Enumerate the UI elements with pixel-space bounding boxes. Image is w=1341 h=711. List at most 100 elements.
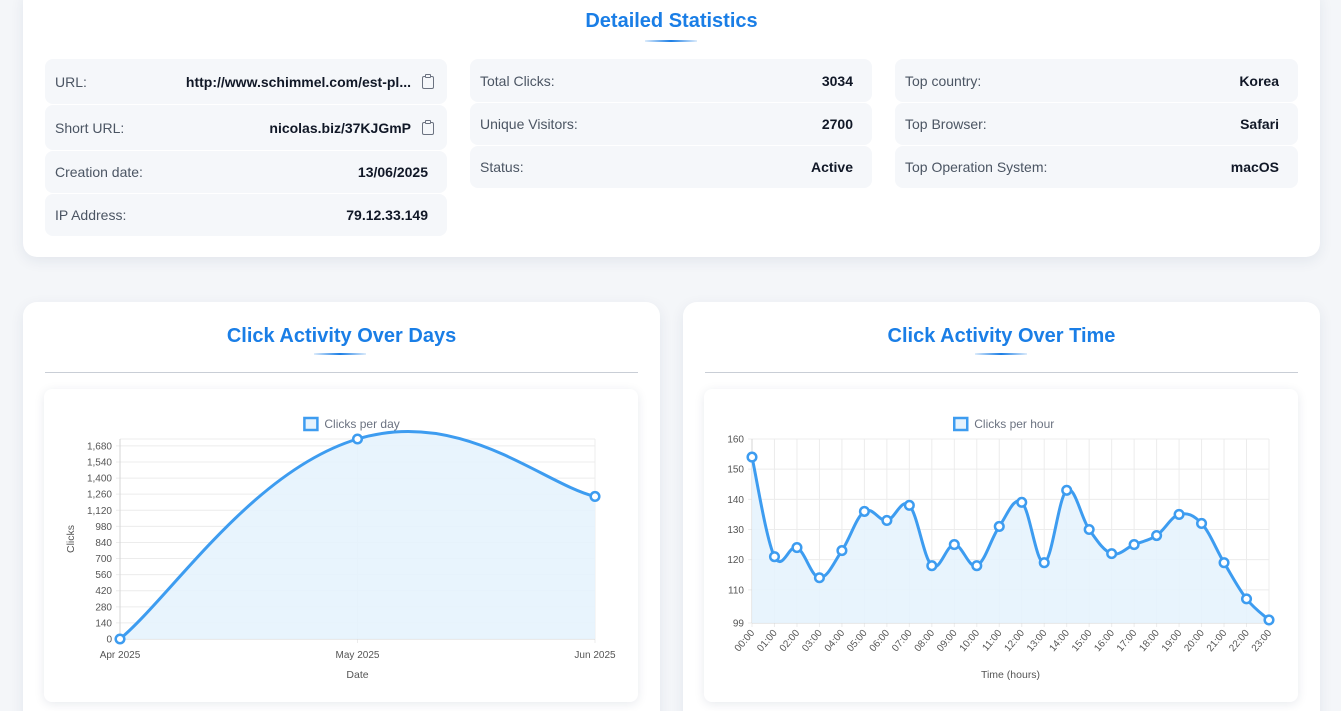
x-tick-label: 22:00 bbox=[1227, 628, 1252, 655]
legend-label: Clicks per hour bbox=[974, 417, 1054, 431]
stat-total-clicks: Total Clicks: 3034 bbox=[470, 59, 872, 102]
stat-unique-visitors-label: Unique Visitors: bbox=[480, 116, 578, 132]
x-tick-label: 00:00 bbox=[733, 628, 758, 655]
data-point bbox=[926, 560, 938, 572]
stat-short-url-label: Short URL: bbox=[55, 119, 125, 136]
data-point bbox=[589, 490, 601, 503]
x-tick-label: 05:00 bbox=[845, 628, 870, 655]
stat-url-label: URL: bbox=[55, 73, 87, 90]
y-tick-label: 140 bbox=[727, 495, 744, 506]
y-tick-label: 140 bbox=[95, 618, 112, 629]
stat-creation-date-label: Creation date: bbox=[55, 164, 143, 180]
detailed-statistics-card: Detailed Statistics URL: http://www.schi… bbox=[23, 0, 1320, 257]
x-tick-label: 19:00 bbox=[1160, 628, 1185, 655]
copy-url-clipboard-icon[interactable] bbox=[421, 73, 435, 90]
title-underline bbox=[975, 353, 1027, 355]
x-tick-label: 06:00 bbox=[868, 628, 893, 655]
x-tick-label: 09:00 bbox=[935, 628, 960, 655]
stat-ip-address: IP Address: 79.12.33.149 bbox=[45, 194, 447, 236]
x-tick-label: 02:00 bbox=[778, 628, 803, 655]
x-tick-label: Jun 2025 bbox=[574, 650, 616, 661]
data-point bbox=[114, 633, 126, 645]
y-tick-label: 99 bbox=[733, 619, 745, 630]
x-tick-label: 15:00 bbox=[1070, 628, 1095, 655]
x-tick-label: Apr 2025 bbox=[100, 650, 141, 661]
x-axis-title: Time (hours) bbox=[981, 669, 1040, 681]
stat-creation-date-value: 13/06/2025 bbox=[357, 164, 428, 180]
stat-ip-address-label: IP Address: bbox=[55, 207, 127, 223]
data-point bbox=[1240, 593, 1253, 605]
data-point bbox=[813, 572, 825, 584]
stat-creation-date: Creation date: 13/06/2025 bbox=[45, 151, 447, 193]
title-underline bbox=[314, 353, 366, 355]
data-point bbox=[1196, 517, 1208, 530]
data-point bbox=[791, 542, 803, 554]
y-tick-label: 150 bbox=[727, 465, 744, 476]
data-point bbox=[1038, 557, 1050, 569]
stat-top-os-value: macOS bbox=[1230, 159, 1279, 175]
data-point bbox=[858, 505, 870, 517]
stat-top-country: Top country: Korea bbox=[895, 59, 1298, 102]
stat-total-clicks-label: Total Clicks: bbox=[480, 72, 555, 89]
data-point bbox=[971, 560, 983, 572]
data-point bbox=[1016, 496, 1028, 508]
data-point bbox=[1218, 557, 1230, 569]
y-tick-label: 110 bbox=[728, 585, 744, 596]
x-tick-label: 21:00 bbox=[1205, 628, 1230, 655]
stat-unique-visitors-value: 2700 bbox=[821, 116, 853, 132]
x-tick-label: 10:00 bbox=[958, 628, 983, 655]
legend-label: Clicks per day bbox=[324, 417, 399, 431]
days-chart[interactable]: Clicks per day 0 140 280 420 560 700 840 980 1,12… bbox=[44, 389, 638, 702]
stat-top-os: Top Operation System: macOS bbox=[895, 146, 1298, 188]
time-chart[interactable]: Clicks per hour 99 110 120 130 140 150 160 00:00… bbox=[704, 389, 1298, 702]
x-tick-label: 17:00 bbox=[1115, 628, 1140, 655]
x-axis-title: Date bbox=[346, 669, 368, 681]
x-tick-label: 08:00 bbox=[913, 628, 938, 655]
stat-top-os-label: Top Operation System: bbox=[905, 159, 1048, 175]
x-tick-label: 14:00 bbox=[1047, 628, 1072, 655]
stat-top-browser: Top Browser: Safari bbox=[895, 103, 1298, 145]
data-point bbox=[881, 514, 893, 526]
y-tick-label: 1,400 bbox=[87, 474, 112, 485]
y-tick-label: 120 bbox=[727, 555, 744, 566]
y-tick-label: 560 bbox=[95, 570, 112, 581]
click-activity-time-card: Click Activity Over Time Clicks per hour… bbox=[683, 302, 1320, 711]
stat-total-clicks-value: 3034 bbox=[821, 72, 853, 89]
y-tick-label: 420 bbox=[95, 586, 112, 597]
stat-unique-visitors: Unique Visitors: 2700 bbox=[470, 103, 872, 145]
title-underline bbox=[645, 40, 697, 42]
data-point bbox=[351, 433, 364, 445]
x-tick-label: 03:00 bbox=[800, 628, 825, 655]
y-tick-label: 700 bbox=[95, 554, 112, 565]
x-tick-label: 18:00 bbox=[1137, 628, 1162, 655]
data-point bbox=[948, 539, 960, 551]
data-point bbox=[768, 551, 781, 563]
stat-short-url-value: nicolas.biz/37KJGmP bbox=[269, 119, 411, 136]
stat-top-browser-value: Safari bbox=[1240, 116, 1279, 132]
y-tick-label: 280 bbox=[95, 602, 112, 613]
y-tick-label: 1,120 bbox=[87, 506, 112, 517]
stat-ip-address-value: 79.12.33.149 bbox=[346, 207, 428, 223]
y-tick-label: 160 bbox=[727, 435, 744, 446]
y-tick-label: 1,680 bbox=[87, 441, 112, 452]
copy-short-url-clipboard-icon[interactable] bbox=[421, 119, 435, 136]
stat-status-label: Status: bbox=[480, 159, 524, 175]
click-activity-days-card: Click Activity Over Days Clicks per day 0… bbox=[23, 302, 660, 711]
data-point bbox=[836, 545, 848, 557]
x-tick-label: 16:00 bbox=[1092, 628, 1117, 655]
divider bbox=[45, 372, 638, 373]
data-point bbox=[746, 451, 758, 463]
data-point bbox=[1061, 484, 1073, 496]
legend-swatch bbox=[303, 416, 319, 432]
x-tick-label: May 2025 bbox=[336, 650, 380, 661]
y-tick-label: 1,540 bbox=[87, 457, 112, 468]
data-point bbox=[1128, 539, 1140, 551]
x-tick-label: 01:00 bbox=[755, 628, 780, 655]
stat-top-browser-label: Top Browser: bbox=[905, 116, 987, 132]
x-tick-label: 23:00 bbox=[1250, 628, 1275, 655]
divider bbox=[705, 372, 1298, 373]
y-axis-title: Clicks bbox=[65, 525, 77, 553]
x-tick-label: 12:00 bbox=[1003, 628, 1028, 655]
data-point bbox=[1106, 548, 1118, 560]
data-point bbox=[1263, 614, 1275, 626]
